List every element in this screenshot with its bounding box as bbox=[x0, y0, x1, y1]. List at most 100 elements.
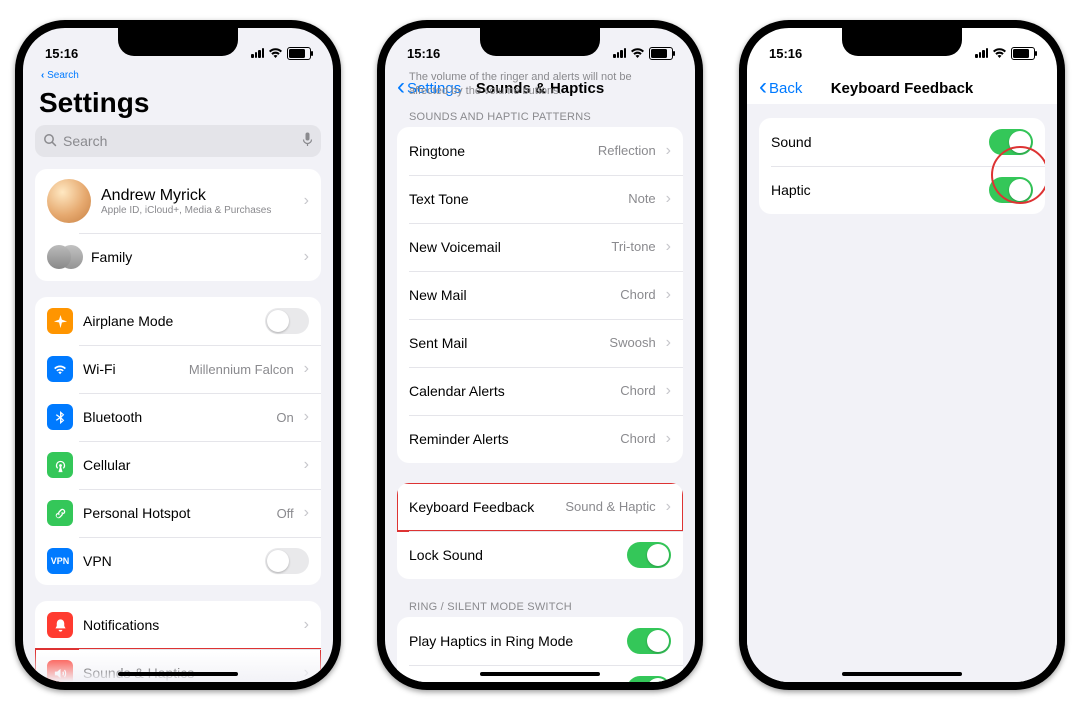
row-new-mail[interactable]: New Mail Chord › bbox=[397, 271, 683, 319]
row-haptic[interactable]: Haptic bbox=[759, 166, 1045, 214]
home-indicator[interactable] bbox=[118, 672, 238, 676]
cellular-bars-icon bbox=[251, 48, 264, 58]
row-text-tone[interactable]: Text ToneNote› bbox=[397, 175, 683, 223]
row-keyboard-feedback[interactable]: Keyboard Feedback Sound & Haptic › bbox=[397, 483, 683, 531]
row-ringtone[interactable]: Ringtone Reflection › bbox=[397, 127, 683, 175]
row-value: Off bbox=[277, 506, 294, 521]
wifi-icon bbox=[47, 356, 73, 382]
notch bbox=[842, 28, 962, 56]
row-label: Lock Sound bbox=[409, 547, 617, 563]
chevron-right-icon: › bbox=[666, 334, 671, 352]
row-new-voicemail[interactable]: New Voicemail Tri-tone › bbox=[397, 223, 683, 271]
chevron-right-icon: › bbox=[304, 504, 309, 522]
chevron-right-icon: › bbox=[666, 286, 671, 304]
toggle[interactable] bbox=[265, 308, 309, 334]
vpn-icon: VPN bbox=[47, 548, 73, 574]
row-label: Wi-Fi bbox=[83, 361, 179, 377]
row-sound[interactable]: Sound bbox=[759, 118, 1045, 166]
mic-icon[interactable] bbox=[302, 132, 313, 150]
row-label: Ringtone bbox=[409, 143, 588, 159]
back-button[interactable]: Back bbox=[759, 80, 802, 97]
toggle[interactable] bbox=[265, 548, 309, 574]
row-label: Bluetooth bbox=[83, 409, 266, 425]
row-bluetooth[interactable]: Bluetooth On › bbox=[35, 393, 321, 441]
toggle[interactable] bbox=[989, 129, 1033, 155]
apple-id-row[interactable]: Andrew Myrick Apple ID, iCloud+, Media &… bbox=[35, 169, 321, 233]
status-time: 15:16 bbox=[769, 46, 802, 61]
row-calendar-alerts[interactable]: Calendar AlertsChord› bbox=[397, 367, 683, 415]
row-personal-hotspot[interactable]: Personal Hotspot Off › bbox=[35, 489, 321, 537]
chevron-right-icon: › bbox=[666, 142, 671, 160]
battery-icon bbox=[649, 47, 673, 60]
row-value: Sound & Haptic bbox=[565, 499, 655, 514]
row-label: Sent Mail bbox=[409, 335, 599, 351]
profile-name: Andrew Myrick bbox=[101, 187, 294, 205]
chevron-right-icon: › bbox=[666, 430, 671, 448]
bluetooth-icon bbox=[47, 404, 73, 430]
status-time: 15:16 bbox=[407, 46, 440, 61]
chevron-right-icon: › bbox=[304, 408, 309, 426]
wifi-icon bbox=[268, 46, 283, 61]
row-label: Personal Hotspot bbox=[83, 505, 267, 521]
chevron-right-icon: › bbox=[666, 382, 671, 400]
chevron-right-icon: › bbox=[666, 498, 671, 516]
row-value: Tri-tone bbox=[611, 239, 655, 254]
page-title: Settings bbox=[23, 81, 333, 125]
row-label: Reminder Alerts bbox=[409, 431, 610, 447]
row-value: Chord bbox=[620, 431, 655, 446]
home-indicator[interactable] bbox=[480, 672, 600, 676]
row-label: Sound bbox=[771, 134, 979, 150]
chevron-right-icon: › bbox=[304, 192, 309, 210]
row-value: Millennium Falcon bbox=[189, 362, 294, 377]
battery-icon bbox=[1011, 47, 1035, 60]
family-avatars-icon bbox=[47, 244, 81, 270]
row-label: Play Haptics in Ring Mode bbox=[409, 633, 617, 649]
toggle[interactable] bbox=[989, 177, 1033, 203]
chevron-right-icon: › bbox=[666, 190, 671, 208]
row-label: Notifications bbox=[83, 617, 294, 633]
row-lock-sound[interactable]: Lock Sound bbox=[397, 531, 683, 579]
row-value: On bbox=[276, 410, 293, 425]
row-label: Calendar Alerts bbox=[409, 383, 610, 399]
notch bbox=[480, 28, 600, 56]
row-label: Airplane Mode bbox=[83, 313, 255, 329]
row-play-haptics-in-ring-mode[interactable]: Play Haptics in Ring Mode bbox=[397, 617, 683, 665]
row-airplane-mode[interactable]: Airplane Mode bbox=[35, 297, 321, 345]
row-wi-fi[interactable]: Wi-FiMillennium Falcon› bbox=[35, 345, 321, 393]
home-indicator[interactable] bbox=[842, 672, 962, 676]
row-label: New Voicemail bbox=[409, 239, 601, 255]
chevron-right-icon: › bbox=[304, 248, 309, 266]
wifi-icon bbox=[992, 46, 1007, 61]
phone-sounds-haptics: 15:16 Settings Sounds & Haptics The volu… bbox=[377, 20, 703, 690]
link-icon bbox=[47, 500, 73, 526]
bell-icon bbox=[47, 612, 73, 638]
airplane-icon bbox=[47, 308, 73, 334]
row-label: Play Haptics in Silent Mode bbox=[409, 681, 617, 682]
chevron-right-icon: › bbox=[304, 456, 309, 474]
toggle[interactable] bbox=[627, 542, 671, 568]
row-sent-mail[interactable]: Sent MailSwoosh› bbox=[397, 319, 683, 367]
chevron-right-icon: › bbox=[666, 238, 671, 256]
row-vpn[interactable]: VPN VPN bbox=[35, 537, 321, 585]
status-time: 15:16 bbox=[45, 46, 78, 61]
avatar bbox=[47, 179, 91, 223]
family-row[interactable]: Family › bbox=[35, 233, 321, 281]
row-cellular[interactable]: Cellular› bbox=[35, 441, 321, 489]
chevron-right-icon: › bbox=[304, 616, 309, 634]
row-reminder-alerts[interactable]: Reminder Alerts Chord › bbox=[397, 415, 683, 463]
row-label: Text Tone bbox=[409, 191, 618, 207]
phone-settings-root: 15:16 Search Settings Search bbox=[15, 20, 341, 690]
row-notifications[interactable]: Notifications › bbox=[35, 601, 321, 649]
search-input[interactable]: Search bbox=[35, 125, 321, 157]
toggle[interactable] bbox=[627, 676, 671, 682]
back-to-search[interactable]: Search bbox=[23, 68, 333, 81]
row-value: Reflection bbox=[598, 143, 656, 158]
row-value: Chord bbox=[620, 287, 655, 302]
row-label: VPN bbox=[83, 553, 255, 569]
toggle[interactable] bbox=[627, 628, 671, 654]
cellular-bars-icon bbox=[975, 48, 988, 58]
row-label: New Mail bbox=[409, 287, 610, 303]
cellular-bars-icon bbox=[613, 48, 626, 58]
notch bbox=[118, 28, 238, 56]
row-label: Keyboard Feedback bbox=[409, 499, 555, 515]
